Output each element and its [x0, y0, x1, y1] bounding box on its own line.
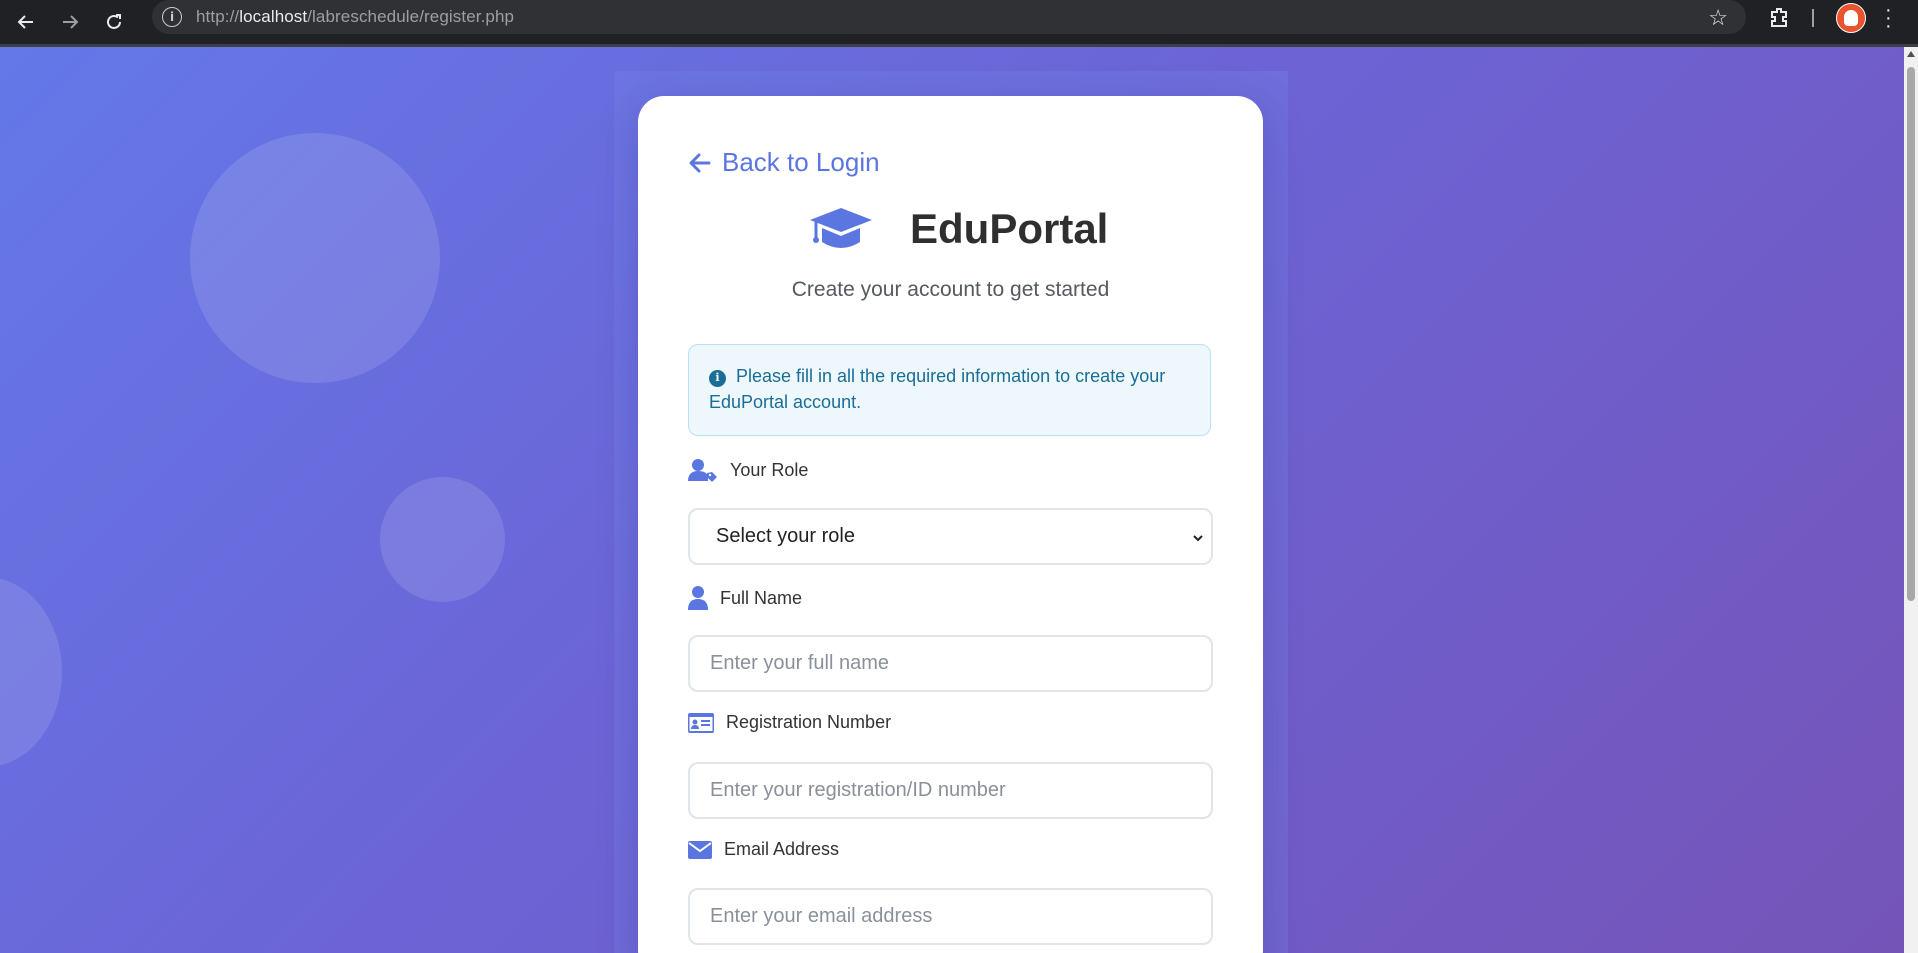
email-input[interactable]: [688, 888, 1213, 945]
star-icon[interactable]: ☆: [1708, 5, 1728, 31]
envelope-icon: [688, 840, 712, 859]
reload-icon[interactable]: [100, 8, 128, 36]
register-card: Back to Login EduPortal Create your acco…: [638, 96, 1263, 953]
id-card-icon: [688, 712, 714, 733]
avatar[interactable]: [1836, 3, 1866, 33]
back-icon[interactable]: [12, 8, 40, 36]
address-bar[interactable]: i http://localhost/labreschedule/registe…: [152, 0, 1746, 34]
arrow-left-icon: [689, 153, 711, 172]
user-icon: [688, 586, 708, 610]
back-to-login-link[interactable]: Back to Login: [688, 147, 880, 178]
brand-name: EduPortal: [910, 205, 1109, 252]
info-icon[interactable]: i: [162, 7, 182, 27]
scroll-up-icon[interactable]: [1907, 51, 1915, 57]
scroll-thumb[interactable]: [1907, 67, 1915, 601]
decorative-circle: [190, 133, 440, 383]
page-background: Back to Login EduPortal Create your acco…: [0, 47, 1904, 953]
decorative-circle: [380, 477, 505, 602]
back-link-label: Back to Login: [722, 147, 880, 177]
page-subtitle: Create your account to get started: [791, 278, 1110, 301]
extensions-icon[interactable]: [1768, 6, 1790, 28]
info-circle-icon: i: [709, 369, 726, 387]
menu-icon[interactable]: · · ·: [1885, 0, 1892, 36]
url-text[interactable]: http://localhost/labreschedule/register.…: [196, 7, 514, 27]
brand: EduPortal: [808, 204, 1108, 254]
role-select-value: Select your role: [716, 525, 855, 547]
full-name-label: Full Name: [688, 586, 802, 610]
forward-icon[interactable]: [56, 8, 84, 36]
toolbar-divider: [1812, 9, 1814, 27]
registration-input[interactable]: [688, 762, 1213, 819]
alert-text: Please fill in all the required informat…: [709, 366, 1166, 412]
user-tag-icon: [688, 459, 717, 482]
browser-toolbar: i http://localhost/labreschedule/registe…: [0, 0, 1918, 44]
full-name-input[interactable]: [688, 635, 1213, 692]
decorative-circle: [0, 577, 62, 767]
info-alert: i Please fill in all the required informa…: [688, 344, 1211, 436]
email-label: Email Address: [688, 839, 839, 860]
graduation-cap-icon: [810, 208, 872, 248]
role-label: Your Role: [688, 458, 808, 482]
page-scrollbar[interactable]: [1904, 47, 1918, 953]
role-select[interactable]: Select your role: [688, 508, 1213, 565]
registration-label: Registration Number: [688, 712, 891, 733]
chevron-down-icon: [1193, 535, 1203, 542]
